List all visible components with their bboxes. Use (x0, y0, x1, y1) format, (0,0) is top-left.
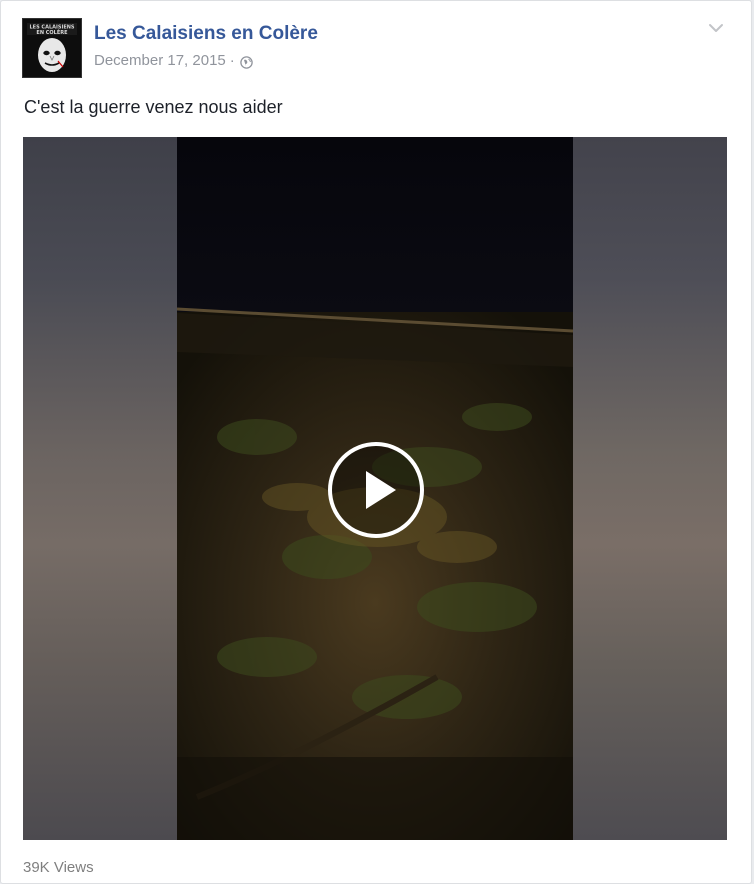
avatar-text-2: EN COLÈRE (36, 28, 68, 36)
post-date[interactable]: December 17, 2015 (94, 52, 226, 70)
post-meta: December 17, 2015 · (94, 52, 253, 70)
video-blur-right (573, 137, 727, 840)
play-button[interactable] (326, 440, 426, 540)
video-player[interactable] (23, 137, 727, 840)
avatar-image: LES CALAISIENS EN COLÈRE (23, 19, 81, 77)
post-card: LES CALAISIENS EN COLÈRE Les Calaisiens … (0, 0, 752, 884)
page-name-link[interactable]: Les Calaisiens en Colère (94, 23, 318, 45)
meta-separator: · (229, 52, 235, 69)
page-avatar[interactable]: LES CALAISIENS EN COLÈRE (22, 18, 82, 78)
view-count: 39K Views (23, 859, 94, 876)
chevron-down-icon[interactable] (707, 21, 725, 35)
video-blur-left (23, 137, 177, 840)
globe-icon (240, 55, 253, 69)
post-message: C'est la guerre venez nous aider (24, 97, 283, 117)
play-icon (328, 442, 424, 538)
